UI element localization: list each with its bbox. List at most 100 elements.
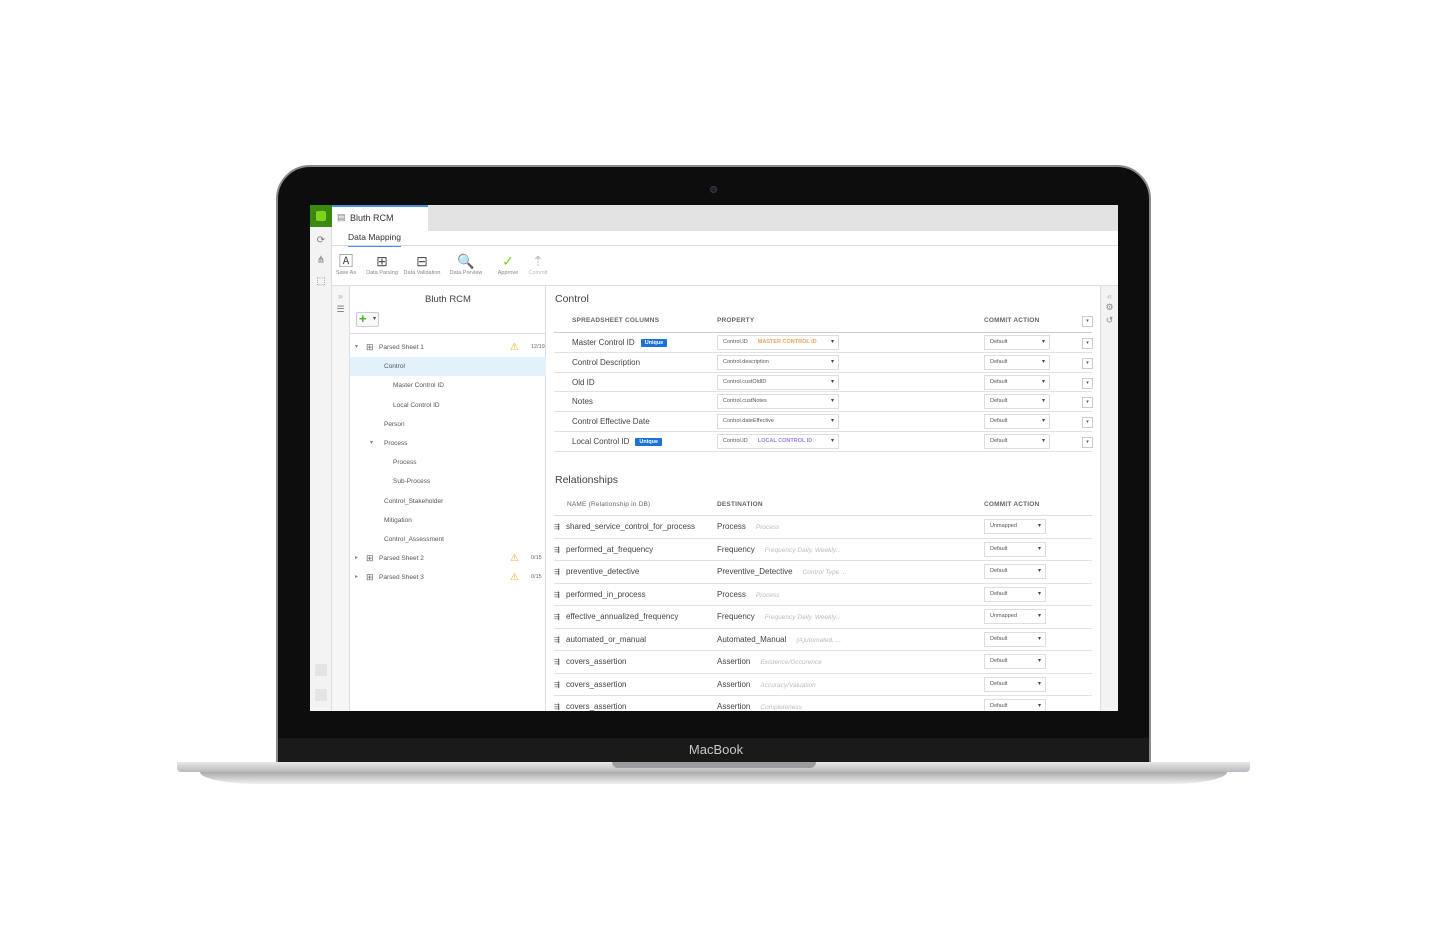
- property-value: Control.description: [723, 358, 769, 365]
- property-select[interactable]: Control.dateEffective ▾: [717, 414, 839, 430]
- destination: Process: [717, 522, 746, 531]
- caret-down-icon: ▾: [1037, 658, 1041, 664]
- tree-item[interactable]: ▾ Process: [350, 434, 546, 453]
- property-select[interactable]: Control.description ▾: [717, 354, 839, 370]
- tree-item-label: Mitigation: [384, 516, 412, 524]
- tree-item[interactable]: Control_Assessment: [350, 530, 546, 549]
- commit-action-select[interactable]: Default ▾: [984, 586, 1046, 602]
- relationship-name: performed_at_frequency: [566, 544, 654, 554]
- toolbar-commit-button[interactable]: ⇡ Commit: [518, 252, 558, 276]
- relationship-row: ⇶ effective_annualized_frequency Frequenc…: [554, 606, 1092, 629]
- toolbar-data-preview-button[interactable]: 🔍 Data Preview: [446, 252, 486, 276]
- tree-item[interactable]: Process: [350, 453, 546, 472]
- caret-right-icon[interactable]: ▸: [355, 549, 358, 568]
- destination: Assertion: [717, 702, 751, 711]
- commit-value: Default: [990, 590, 1008, 597]
- caret-right-icon[interactable]: ▸: [355, 568, 358, 587]
- rail-bottom-icon-2[interactable]: [315, 689, 327, 701]
- property-value: Control.dateEffective: [723, 418, 774, 425]
- commit-action-select[interactable]: Default ▾: [984, 631, 1046, 647]
- caret-down-icon[interactable]: ▾: [355, 338, 358, 357]
- commit-action-select[interactable]: Default ▾: [984, 654, 1046, 669]
- toolbar-label: Commit: [528, 270, 548, 276]
- rail-bottom-icon[interactable]: [315, 664, 327, 676]
- toolbar-data-parsing-button[interactable]: ⊞ Data Parsing: [362, 252, 402, 276]
- property-hint: LOCAL CONTROL ID: [757, 438, 813, 444]
- row-action-dropdown[interactable]: ▾: [1082, 437, 1093, 448]
- collapse-icon[interactable]: «: [1101, 291, 1118, 301]
- tree-item[interactable]: ▸ ⊞ Parsed Sheet 3 ⚠ 0/15: [350, 568, 546, 587]
- tree-item[interactable]: Mitigation: [350, 511, 546, 530]
- commit-action-select[interactable]: Default ▾: [984, 434, 1050, 449]
- expand-icon[interactable]: »: [332, 291, 349, 301]
- commit-value: Default: [990, 398, 1008, 405]
- tree-item[interactable]: Control: [350, 357, 546, 377]
- device-brand: MacBook: [688, 742, 744, 757]
- toolbar-save-as-button[interactable]: 🄰 Save As: [326, 252, 366, 276]
- property-value: Control.custNotes: [723, 398, 767, 405]
- commit-action-select[interactable]: Default ▾: [984, 335, 1050, 350]
- relationship-row: ⇶ performed_in_process Process Process Def…: [554, 584, 1092, 606]
- property-select[interactable]: Control.custNotes ▾: [717, 394, 839, 410]
- tree-item[interactable]: Local Control ID: [350, 396, 546, 415]
- destination-hint: Process: [755, 591, 780, 599]
- destination: Frequency: [717, 612, 755, 621]
- plus-icon: +: [359, 311, 367, 326]
- tree-item[interactable]: ▸ ⊞ Parsed Sheet 2 ⚠ 0/15: [350, 549, 546, 568]
- row-action-dropdown[interactable]: ▾: [1082, 417, 1093, 429]
- commit-action-select[interactable]: Default ▾: [984, 699, 1046, 711]
- commit-action-select[interactable]: Default ▾: [984, 414, 1050, 430]
- row-action-dropdown[interactable]: ▾: [1082, 377, 1093, 389]
- caret-down-icon: ▾: [1037, 703, 1041, 709]
- property-select[interactable]: Control.ID LOCAL CONTROL ID ▾: [717, 434, 839, 449]
- tree-item[interactable]: Person: [350, 415, 546, 434]
- property-value: Control.custOldID: [723, 378, 767, 385]
- rel-header-name: NAME (Relationship in DB): [567, 501, 651, 508]
- destination: Preventive_Detective: [717, 567, 793, 576]
- row-action-dropdown[interactable]: ▾: [1082, 357, 1093, 369]
- relationship-icon: ⇶: [554, 704, 560, 711]
- relationship-row: ⇶ preventive_detective Preventive_Detecti…: [554, 561, 1092, 584]
- relationship-name: covers_assertion: [566, 679, 627, 689]
- add-button[interactable]: + ▾: [356, 311, 379, 327]
- sync-icon[interactable]: ⟳: [315, 235, 327, 247]
- filter-list-icon[interactable]: ☰: [332, 304, 349, 315]
- relationship-icon: ⇶: [554, 681, 560, 689]
- relationship-icon: ⇶: [554, 546, 560, 554]
- relationships-title: Relationships: [555, 474, 619, 486]
- camera: [710, 186, 717, 193]
- commit-action-select[interactable]: Default ▾: [984, 354, 1050, 370]
- caret-down-icon: ▾: [1041, 358, 1045, 365]
- commit-action-select[interactable]: Default ▾: [984, 374, 1050, 390]
- preview-icon: 🔍: [457, 253, 475, 269]
- history-icon[interactable]: ↺: [1101, 315, 1118, 326]
- tree-panel: Bluth RCM + ▾ ▾ ⊞ Parsed Sheet 1 ⚠ 12/19 Cont…: [350, 286, 546, 711]
- commit-action-select[interactable]: Default ▾: [984, 541, 1046, 557]
- tree-item[interactable]: ▾ ⊞ Parsed Sheet 1 ⚠ 12/19: [350, 338, 546, 357]
- toolbar-data-validation-button[interactable]: ⊟ Data Validation: [402, 252, 442, 276]
- row-action-dropdown[interactable]: ▾: [1082, 338, 1093, 349]
- tree-item-label: Person: [384, 420, 405, 428]
- property-select[interactable]: Control.ID MASTER CONTROL ID ▾: [717, 335, 839, 350]
- commit-action-select[interactable]: Unmapped ▾: [984, 609, 1046, 624]
- commit-action-select[interactable]: Default ▾: [984, 394, 1050, 410]
- commit-action-select[interactable]: Unmapped ▾: [984, 519, 1046, 534]
- commit-action-select[interactable]: Default ▾: [984, 676, 1046, 692]
- commit-value: Default: [990, 658, 1008, 664]
- tab-bluth-rcm[interactable]: ▤ Bluth RCM: [332, 205, 428, 231]
- commit-action-select[interactable]: Default ▾: [984, 564, 1046, 579]
- caret-down-icon: ▾: [1041, 418, 1045, 425]
- property-select[interactable]: Control.custOldID ▾: [717, 374, 839, 390]
- control-row: Notes Control.custNotes ▾ Default ▾ ▾: [554, 392, 1093, 413]
- select-icon[interactable]: ⬚: [315, 276, 327, 288]
- tree-item[interactable]: Master Control ID: [350, 376, 546, 395]
- commit-value: Default: [990, 438, 1008, 444]
- caret-down-icon: ▾: [830, 418, 834, 425]
- app-logo[interactable]: [310, 205, 332, 227]
- bulk-action-dropdown[interactable]: ▾: [1082, 316, 1093, 327]
- caret-down-icon[interactable]: ▾: [370, 434, 373, 453]
- gear-icon[interactable]: ⚙: [1101, 302, 1118, 313]
- row-action-dropdown[interactable]: ▾: [1082, 397, 1093, 409]
- tree-item[interactable]: Sub-Process: [350, 472, 546, 491]
- tree-item[interactable]: Control_Stakeholder: [350, 492, 546, 511]
